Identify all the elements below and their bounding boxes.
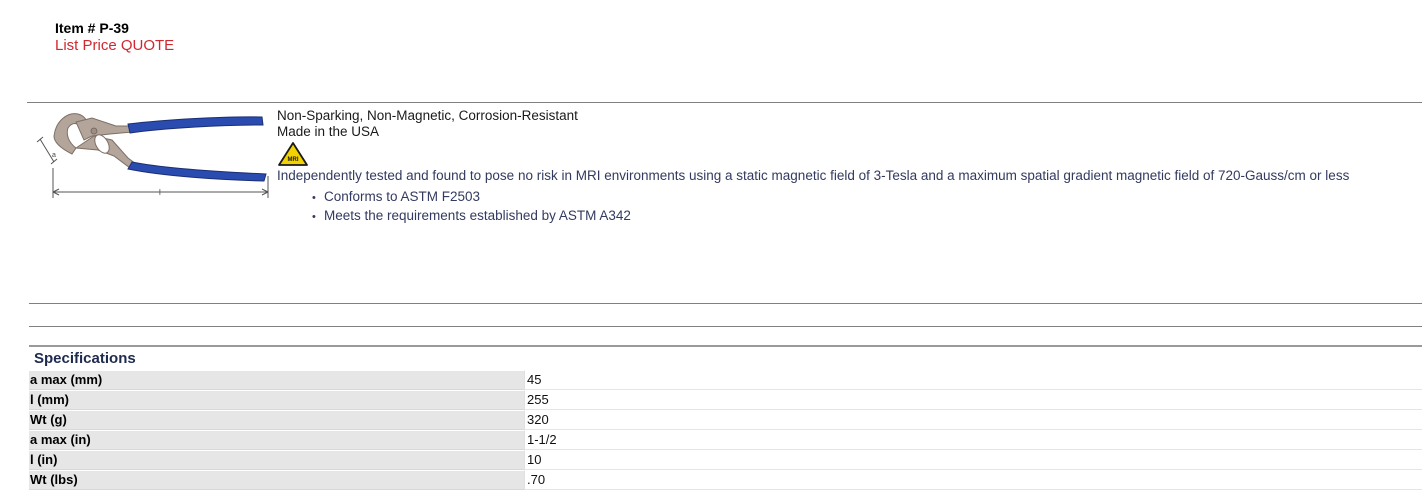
table-row: a max (in) 1-1/2 xyxy=(29,430,1422,450)
spec-label: a max (in) xyxy=(29,430,524,450)
spec-label: a max (mm) xyxy=(29,370,524,390)
pliers-head xyxy=(53,113,137,169)
spec-label: Wt (lbs) xyxy=(29,470,524,490)
lower-handle xyxy=(127,161,267,182)
spec-label: Wt (g) xyxy=(29,410,524,430)
mri-statement: Independently tested and found to pose n… xyxy=(277,168,1350,183)
table-row: l (mm) 255 xyxy=(29,390,1422,410)
spec-label: l (mm) xyxy=(29,390,524,410)
svg-text:MRI: MRI xyxy=(288,157,299,163)
spec-value: 10 xyxy=(524,450,1422,470)
compliance-list: Conforms to ASTM F2503 Meets the require… xyxy=(277,188,1417,226)
table-row: Wt (lbs) .70 xyxy=(29,470,1422,490)
spec-label: l (in) xyxy=(29,450,524,470)
svg-text:a: a xyxy=(52,152,56,159)
table-row: Wt (g) 320 xyxy=(29,410,1422,430)
feature-line: Made in the USA xyxy=(277,124,380,139)
product-image[interactable]: a l xyxy=(32,106,272,202)
dimension-a: a xyxy=(36,136,58,165)
svg-text:l: l xyxy=(159,188,161,197)
spec-value: 1-1/2 xyxy=(524,430,1422,450)
list-price: List Price QUOTE xyxy=(55,37,175,54)
divider xyxy=(29,303,1422,304)
upper-handle xyxy=(127,116,264,134)
specifications-table: Specifications a max (mm) 45 l (mm) 255 … xyxy=(29,347,1422,490)
specifications-title: Specifications xyxy=(34,350,136,367)
spec-value: 255 xyxy=(524,390,1422,410)
spec-value: 320 xyxy=(524,410,1422,430)
item-number: Item # P-39 xyxy=(55,20,129,36)
mri-safe-warning-icon: MRI xyxy=(278,142,308,166)
item-header: Item # P-39 List Price QUOTE xyxy=(55,19,174,55)
list-item: Meets the requirements established by AS… xyxy=(312,207,1417,226)
feature-line: Non-Sparking, Non-Magnetic, Corrosion-Re… xyxy=(277,108,578,123)
list-item: Conforms to ASTM F2503 xyxy=(312,188,1417,207)
divider xyxy=(29,326,1422,327)
spec-value: 45 xyxy=(524,370,1422,390)
spec-value: .70 xyxy=(524,470,1422,490)
divider xyxy=(27,102,1422,103)
table-row: l (in) 10 xyxy=(29,450,1422,470)
product-description: Non-Sparking, Non-Magnetic, Corrosion-Re… xyxy=(277,108,1417,226)
table-row: a max (mm) 45 xyxy=(29,370,1422,390)
